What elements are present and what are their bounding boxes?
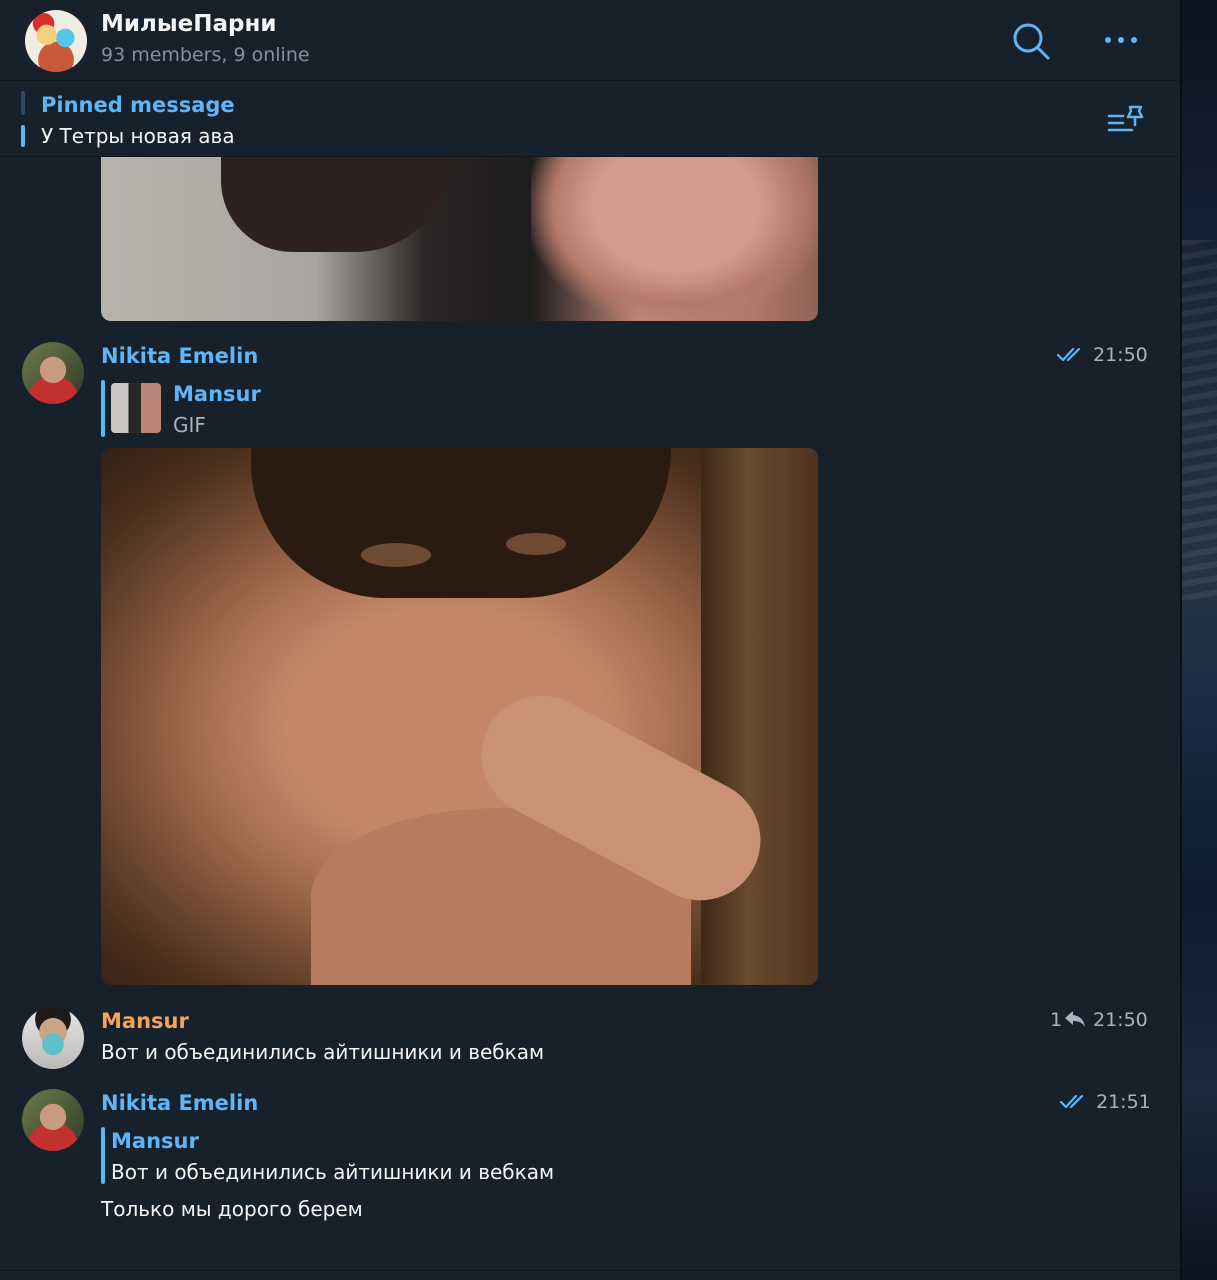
pinned-indicator-active	[21, 125, 25, 147]
reply-bar	[101, 380, 105, 437]
gif-detail	[251, 448, 671, 598]
more-options-icon[interactable]	[1100, 24, 1142, 56]
sender-name[interactable]: Mansur	[101, 1009, 189, 1033]
reply-preview-text: GIF	[173, 413, 206, 437]
reply-thumbnail	[111, 383, 161, 433]
double-check-icon	[1057, 347, 1081, 362]
gif-media[interactable]	[101, 448, 818, 985]
gif-detail	[701, 448, 818, 985]
gif-detail	[361, 543, 431, 567]
reply-author[interactable]: Mansur	[173, 382, 261, 406]
avatar[interactable]	[22, 1007, 84, 1069]
pinned-indicator-inactive	[21, 91, 25, 115]
pinned-label: Pinned message	[41, 93, 235, 117]
chat-window: МилыеПарни 93 members, 9 online Pinned m…	[0, 0, 1180, 1280]
group-avatar[interactable]	[25, 10, 87, 72]
reply-author[interactable]: Mansur	[111, 1129, 199, 1153]
sender-name[interactable]: Nikita Emelin	[101, 1091, 258, 1115]
reply-bar	[101, 1127, 105, 1184]
pinned-text: У Тетры новая ава	[41, 124, 235, 148]
pinned-message-bar[interactable]: Pinned message У Тетры новая ава	[0, 81, 1180, 157]
avatar[interactable]	[22, 1089, 84, 1151]
search-icon[interactable]	[1010, 20, 1052, 62]
sender-name[interactable]: Nikita Emelin	[101, 344, 258, 368]
message-time: 21:50	[1093, 344, 1148, 366]
avatar[interactable]	[22, 342, 84, 404]
gif-detail	[506, 533, 566, 555]
previous-gif-media[interactable]	[101, 157, 818, 321]
divider	[0, 1270, 1180, 1271]
chat-header[interactable]: МилыеПарни 93 members, 9 online	[0, 0, 1180, 81]
desktop-wallpaper-edge	[1180, 0, 1217, 1280]
group-member-count: 93 members, 9 online	[101, 44, 310, 66]
reply-preview-text: Вот и объединились айтишники и вебкам	[111, 1160, 555, 1184]
message-time: 21:51	[1096, 1091, 1151, 1113]
replies-count[interactable]: 1	[1050, 1009, 1062, 1031]
message-text: Только мы дорого берем	[101, 1197, 363, 1221]
message-time: 21:50	[1093, 1009, 1148, 1031]
group-title: МилыеПарни	[101, 11, 277, 37]
reply-arrow-icon[interactable]	[1064, 1010, 1086, 1028]
double-check-icon	[1060, 1094, 1084, 1109]
pinned-list-icon[interactable]	[1106, 103, 1146, 135]
message-text: Вот и объединились айтишники и вебкам	[101, 1040, 545, 1064]
